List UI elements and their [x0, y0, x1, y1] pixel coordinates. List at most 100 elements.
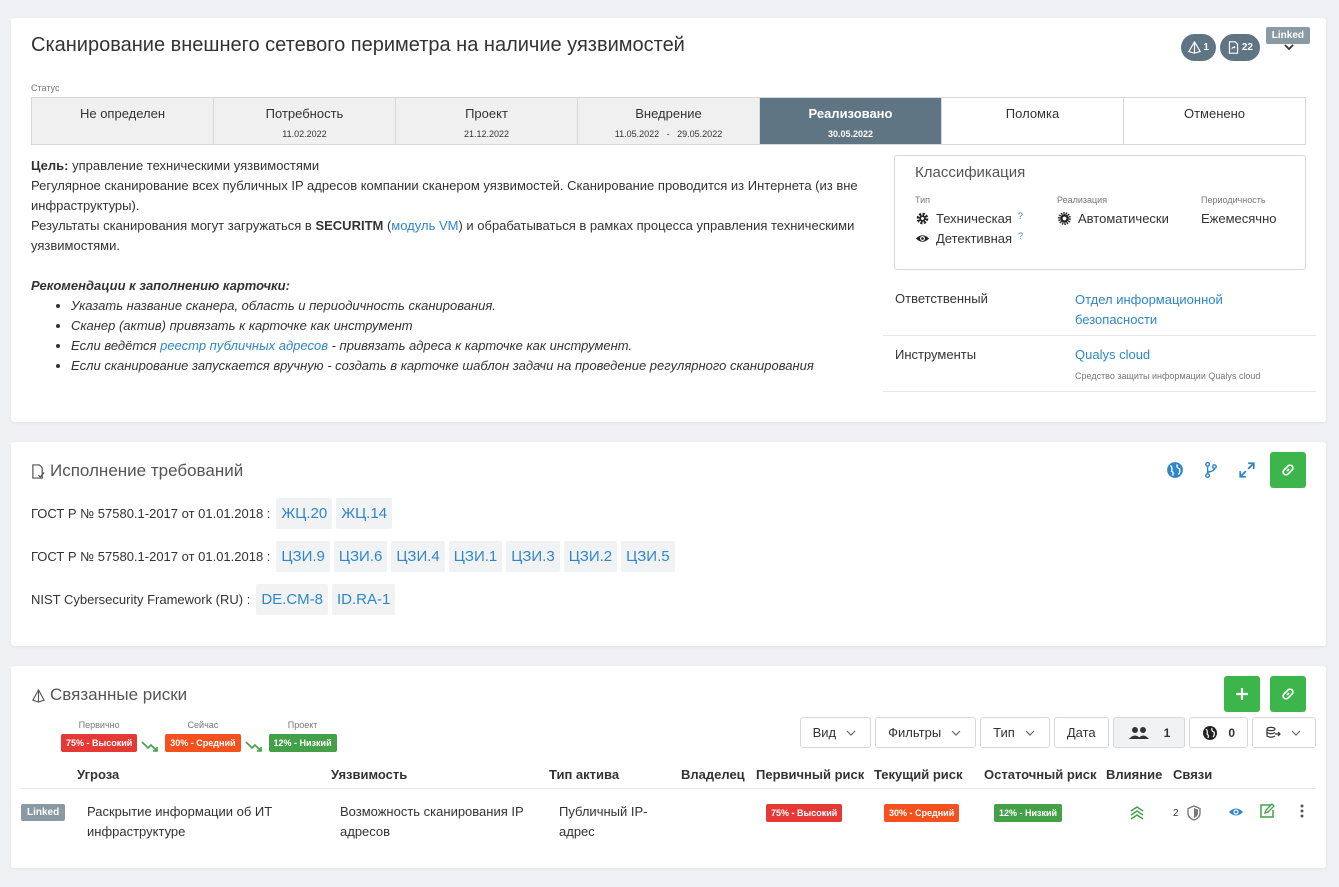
- requirement-chip[interactable]: ЦЗИ.3: [506, 541, 560, 572]
- text: Если ведётся: [71, 338, 161, 353]
- stage-name: Отменено: [1183, 106, 1246, 121]
- responsible-link[interactable]: Отдел информационной безопасности: [1075, 290, 1275, 330]
- risk-level-primary: Первично 75% - Высокий: [61, 720, 138, 752]
- stage-cancelled[interactable]: Отменено: [1124, 98, 1305, 144]
- filters-dropdown[interactable]: Фильтры: [875, 717, 977, 748]
- globe-icon[interactable]: [1166, 461, 1184, 479]
- asset-type-cell: Публичный IP-адрес: [559, 804, 648, 839]
- requirement-chip[interactable]: ЦЗИ.4: [391, 541, 445, 572]
- text: Результаты сканирования могут загружатьс…: [31, 218, 316, 233]
- chevron-down-icon: [1291, 730, 1301, 736]
- stage-need[interactable]: Потребность 11.02.2022: [214, 98, 396, 144]
- requirement-chip[interactable]: ЦЗИ.2: [563, 541, 618, 572]
- column-impact[interactable]: Влияние: [1106, 767, 1162, 782]
- periodicity-label: Периодичность: [1201, 195, 1266, 205]
- requirement-row: NIST Cybersecurity Framework (RU) : DE.C…: [31, 584, 396, 615]
- date-label: Дата: [1066, 725, 1096, 740]
- list-item: Сканер (актив) привязать к карточке как …: [71, 316, 881, 336]
- users-icon: [1128, 726, 1149, 739]
- requirement-chip[interactable]: ЖЦ.20: [276, 498, 333, 529]
- description-p2: Результаты сканирования могут загружатьс…: [31, 216, 881, 256]
- risk-level-label: Сейчас: [187, 720, 219, 730]
- risks-count: 1: [1203, 42, 1209, 53]
- stage-name: Не определен: [79, 106, 166, 121]
- stage-name: Потребность: [265, 106, 344, 121]
- add-risk-button[interactable]: [1224, 676, 1260, 712]
- recommendations-title: Рекомендации к заполнению карточки:: [31, 278, 290, 293]
- requirement-chip[interactable]: ЦЗИ.9: [276, 541, 330, 572]
- link-requirement-button[interactable]: [1270, 452, 1306, 488]
- view-dropdown[interactable]: Вид: [799, 717, 872, 748]
- list-item: Если ведётся реестр публичных адресов - …: [71, 336, 881, 356]
- stage-implementation[interactable]: Внедрение 11.05.2022 - 29.05.2022: [578, 98, 760, 144]
- tools-link[interactable]: Qualys cloud: [1075, 345, 1150, 365]
- risks-count-button[interactable]: 1: [1181, 34, 1216, 61]
- requirement-chip[interactable]: DE.CM-8: [256, 584, 329, 615]
- description: Цель: управление техническими уязвимостя…: [31, 156, 881, 376]
- help-icon[interactable]: ?: [1018, 211, 1023, 221]
- requirement-chip[interactable]: ЖЦ.14: [336, 498, 393, 529]
- owners-filter-button[interactable]: 1: [1112, 717, 1186, 748]
- risk-badge: 30% - Средний: [165, 734, 241, 752]
- impact-chevrons-icon: [1130, 806, 1144, 820]
- docs-count-button[interactable]: 22: [1219, 34, 1260, 61]
- help-icon[interactable]: ?: [1018, 231, 1023, 241]
- stage-name: Внедрение: [635, 106, 702, 121]
- column-asset-type[interactable]: Тип актива: [549, 767, 619, 782]
- date-button[interactable]: Дата: [1053, 717, 1109, 748]
- edit-icon[interactable]: [1259, 803, 1275, 819]
- more-vertical-icon[interactable]: [1294, 803, 1310, 819]
- stage-name: Реализовано: [808, 106, 893, 121]
- column-residual-risk[interactable]: Остаточный риск: [984, 767, 1097, 782]
- risks-card: Связанные риски Первично 75% - Высокий С…: [11, 666, 1326, 868]
- securitm-name: SECURITM: [315, 218, 384, 233]
- requirement-chip[interactable]: ID.RA-1: [332, 584, 396, 615]
- list-item: Указать название сканера, область и пери…: [71, 296, 881, 316]
- plus-icon: [1236, 688, 1248, 700]
- column-current-risk[interactable]: Текущий риск: [874, 767, 963, 782]
- responsible-row: Ответственный Отдел информационной безоп…: [883, 280, 1316, 336]
- requirement-row: ГОСТ Р № 57580.1-2017 от 01.01.2018 : ЖЦ…: [31, 498, 393, 529]
- column-vulnerability[interactable]: Уязвимость: [331, 767, 407, 782]
- residual-risk-badge: 12% - Низкий: [994, 804, 1063, 822]
- column-primary-risk[interactable]: Первичный риск: [756, 767, 864, 782]
- export-dropdown[interactable]: [1252, 717, 1316, 748]
- column-threat[interactable]: Угроза: [77, 767, 119, 782]
- risk-pyramid-icon: [1188, 41, 1202, 54]
- risk-level-label: Первично: [78, 720, 120, 730]
- threat-cell: Раскрытие информации об ИТ инфраструктур…: [87, 804, 273, 839]
- vm-module-link[interactable]: модуль VM: [391, 218, 458, 233]
- requirements-title-text: Исполнение требований: [50, 461, 244, 480]
- requirement-chip[interactable]: ЦЗИ.1: [448, 541, 503, 572]
- requirement-chip[interactable]: ЦЗИ.5: [621, 541, 675, 572]
- type-dropdown[interactable]: Тип: [980, 717, 1050, 748]
- expand-icon[interactable]: [1238, 461, 1256, 479]
- globe-count: 0: [1228, 725, 1235, 740]
- stage-implemented[interactable]: Реализовано 30.05.2022: [760, 98, 942, 144]
- link-icon: [1282, 464, 1294, 476]
- list-item: Если сканирование запускается вручную - …: [71, 356, 881, 376]
- risks-title-text: Связанные риски: [50, 685, 188, 704]
- eye-icon[interactable]: [1228, 804, 1244, 820]
- column-links[interactable]: Связи: [1173, 767, 1212, 782]
- stage-project[interactable]: Проект 21.12.2022: [396, 98, 578, 144]
- chevron-down-icon[interactable]: [1282, 40, 1296, 54]
- requirement-row: ГОСТ Р № 57580.1-2017 от 01.01.2018 : ЦЗ…: [31, 541, 675, 572]
- public-addresses-link[interactable]: реестр публичных адресов: [160, 338, 328, 353]
- link-risk-button[interactable]: [1270, 676, 1306, 712]
- requirement-standard: ГОСТ Р № 57580.1-2017 от 01.01.2018 :: [31, 506, 271, 521]
- eye-icon: [915, 234, 930, 242]
- filter-bar: Вид Фильтры Тип Дата 1 0: [799, 717, 1316, 748]
- requirement-chip[interactable]: ЦЗИ.6: [333, 541, 388, 572]
- tools-label: Инструменты: [895, 347, 977, 362]
- stage-undefined[interactable]: Не определен: [32, 98, 214, 144]
- column-owner[interactable]: Владелец: [681, 767, 745, 782]
- type-technical: Техническая ?: [915, 211, 1023, 226]
- risk-level-label: Проект: [287, 720, 318, 730]
- stage-broken[interactable]: Поломка: [942, 98, 1124, 144]
- branch-icon[interactable]: [1202, 461, 1220, 479]
- chevron-down-icon: [951, 730, 961, 736]
- globe-filter-button[interactable]: 0: [1189, 717, 1248, 748]
- shield-icon[interactable]: [1186, 805, 1202, 821]
- description-p1: Регулярное сканирование всех публичных I…: [31, 178, 858, 213]
